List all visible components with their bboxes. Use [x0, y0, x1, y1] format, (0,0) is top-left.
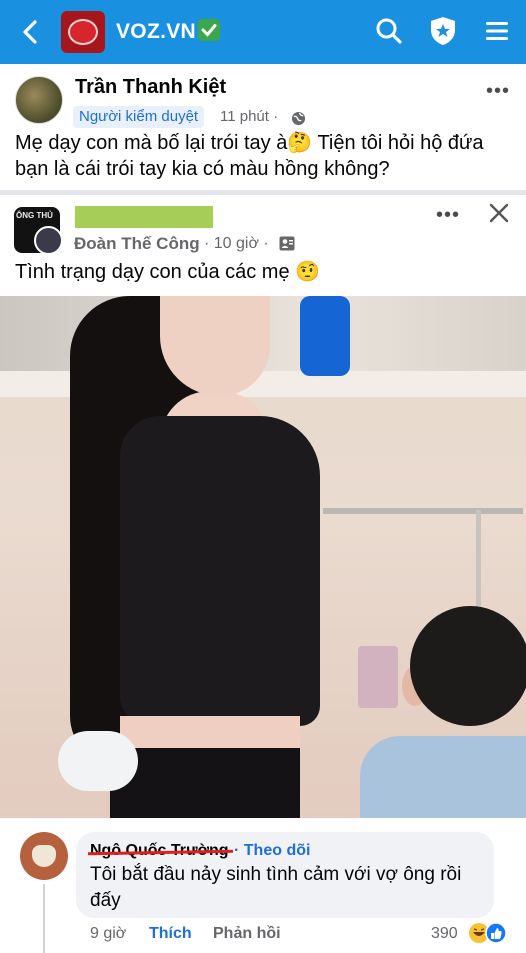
photo-scrunchie — [58, 731, 138, 791]
reply-button[interactable]: Phản hồi — [213, 925, 281, 943]
comment-text: Tôi bắt đầu nảy sinh tình cảm với vợ ông… — [90, 864, 462, 911]
commenter-avatar[interactable] — [20, 832, 68, 880]
photo-woman-top — [120, 416, 320, 726]
author-name[interactable]: Đoàn Thế Công — [74, 234, 200, 254]
photo-lamp — [323, 508, 523, 514]
menu-icon[interactable] — [482, 16, 512, 46]
photo-boy-shirt — [360, 736, 526, 818]
back-chevron-icon[interactable] — [16, 18, 44, 46]
top-app-bar: VOZ.VN — [0, 0, 526, 64]
photo-toy — [300, 296, 350, 376]
close-icon[interactable] — [488, 202, 510, 224]
friends-audience-icon — [279, 236, 295, 251]
follow-button[interactable]: · Theo dõi — [234, 842, 310, 860]
reaction-icons[interactable] — [468, 922, 508, 944]
comment-time: 9 giờ — [90, 925, 127, 942]
photo-woman-pants — [110, 748, 300, 818]
photo-cup — [358, 646, 398, 708]
author-avatar[interactable] — [15, 76, 63, 124]
site-title: VOZ.VN — [116, 19, 220, 44]
search-icon[interactable] — [374, 16, 404, 46]
author-name[interactable]: Trần Thanh Kiệt — [75, 76, 226, 99]
photo-boy-head — [410, 606, 526, 726]
post-photo[interactable] — [0, 296, 526, 818]
like-reaction-icon — [485, 922, 507, 944]
shield-star-icon[interactable] — [428, 16, 458, 46]
check-badge-icon — [197, 19, 220, 41]
globe-icon — [291, 111, 306, 126]
voz-logo[interactable] — [61, 11, 105, 53]
reaction-count[interactable]: 390 — [431, 925, 458, 943]
post-time: 11 phút · — [220, 108, 279, 125]
redacted-group-name — [75, 206, 213, 228]
post-text: Mẹ dạy con mà bố lại trói tay à🤔 Tiện tô… — [15, 132, 484, 180]
thread-line — [43, 884, 45, 953]
divider — [0, 190, 526, 195]
more-options-icon[interactable]: ••• — [436, 204, 460, 227]
moderator-badge: Người kiểm duyệt — [73, 106, 205, 128]
author-avatar-small[interactable] — [34, 226, 63, 255]
photo-lamp-pole — [476, 510, 481, 620]
like-button[interactable]: Thích — [149, 925, 192, 943]
post-text: Tình trạng dạy con của các mẹ 🤨 — [15, 261, 321, 283]
post-time: · 10 giờ · — [204, 235, 269, 252]
more-options-icon[interactable]: ••• — [486, 80, 510, 103]
